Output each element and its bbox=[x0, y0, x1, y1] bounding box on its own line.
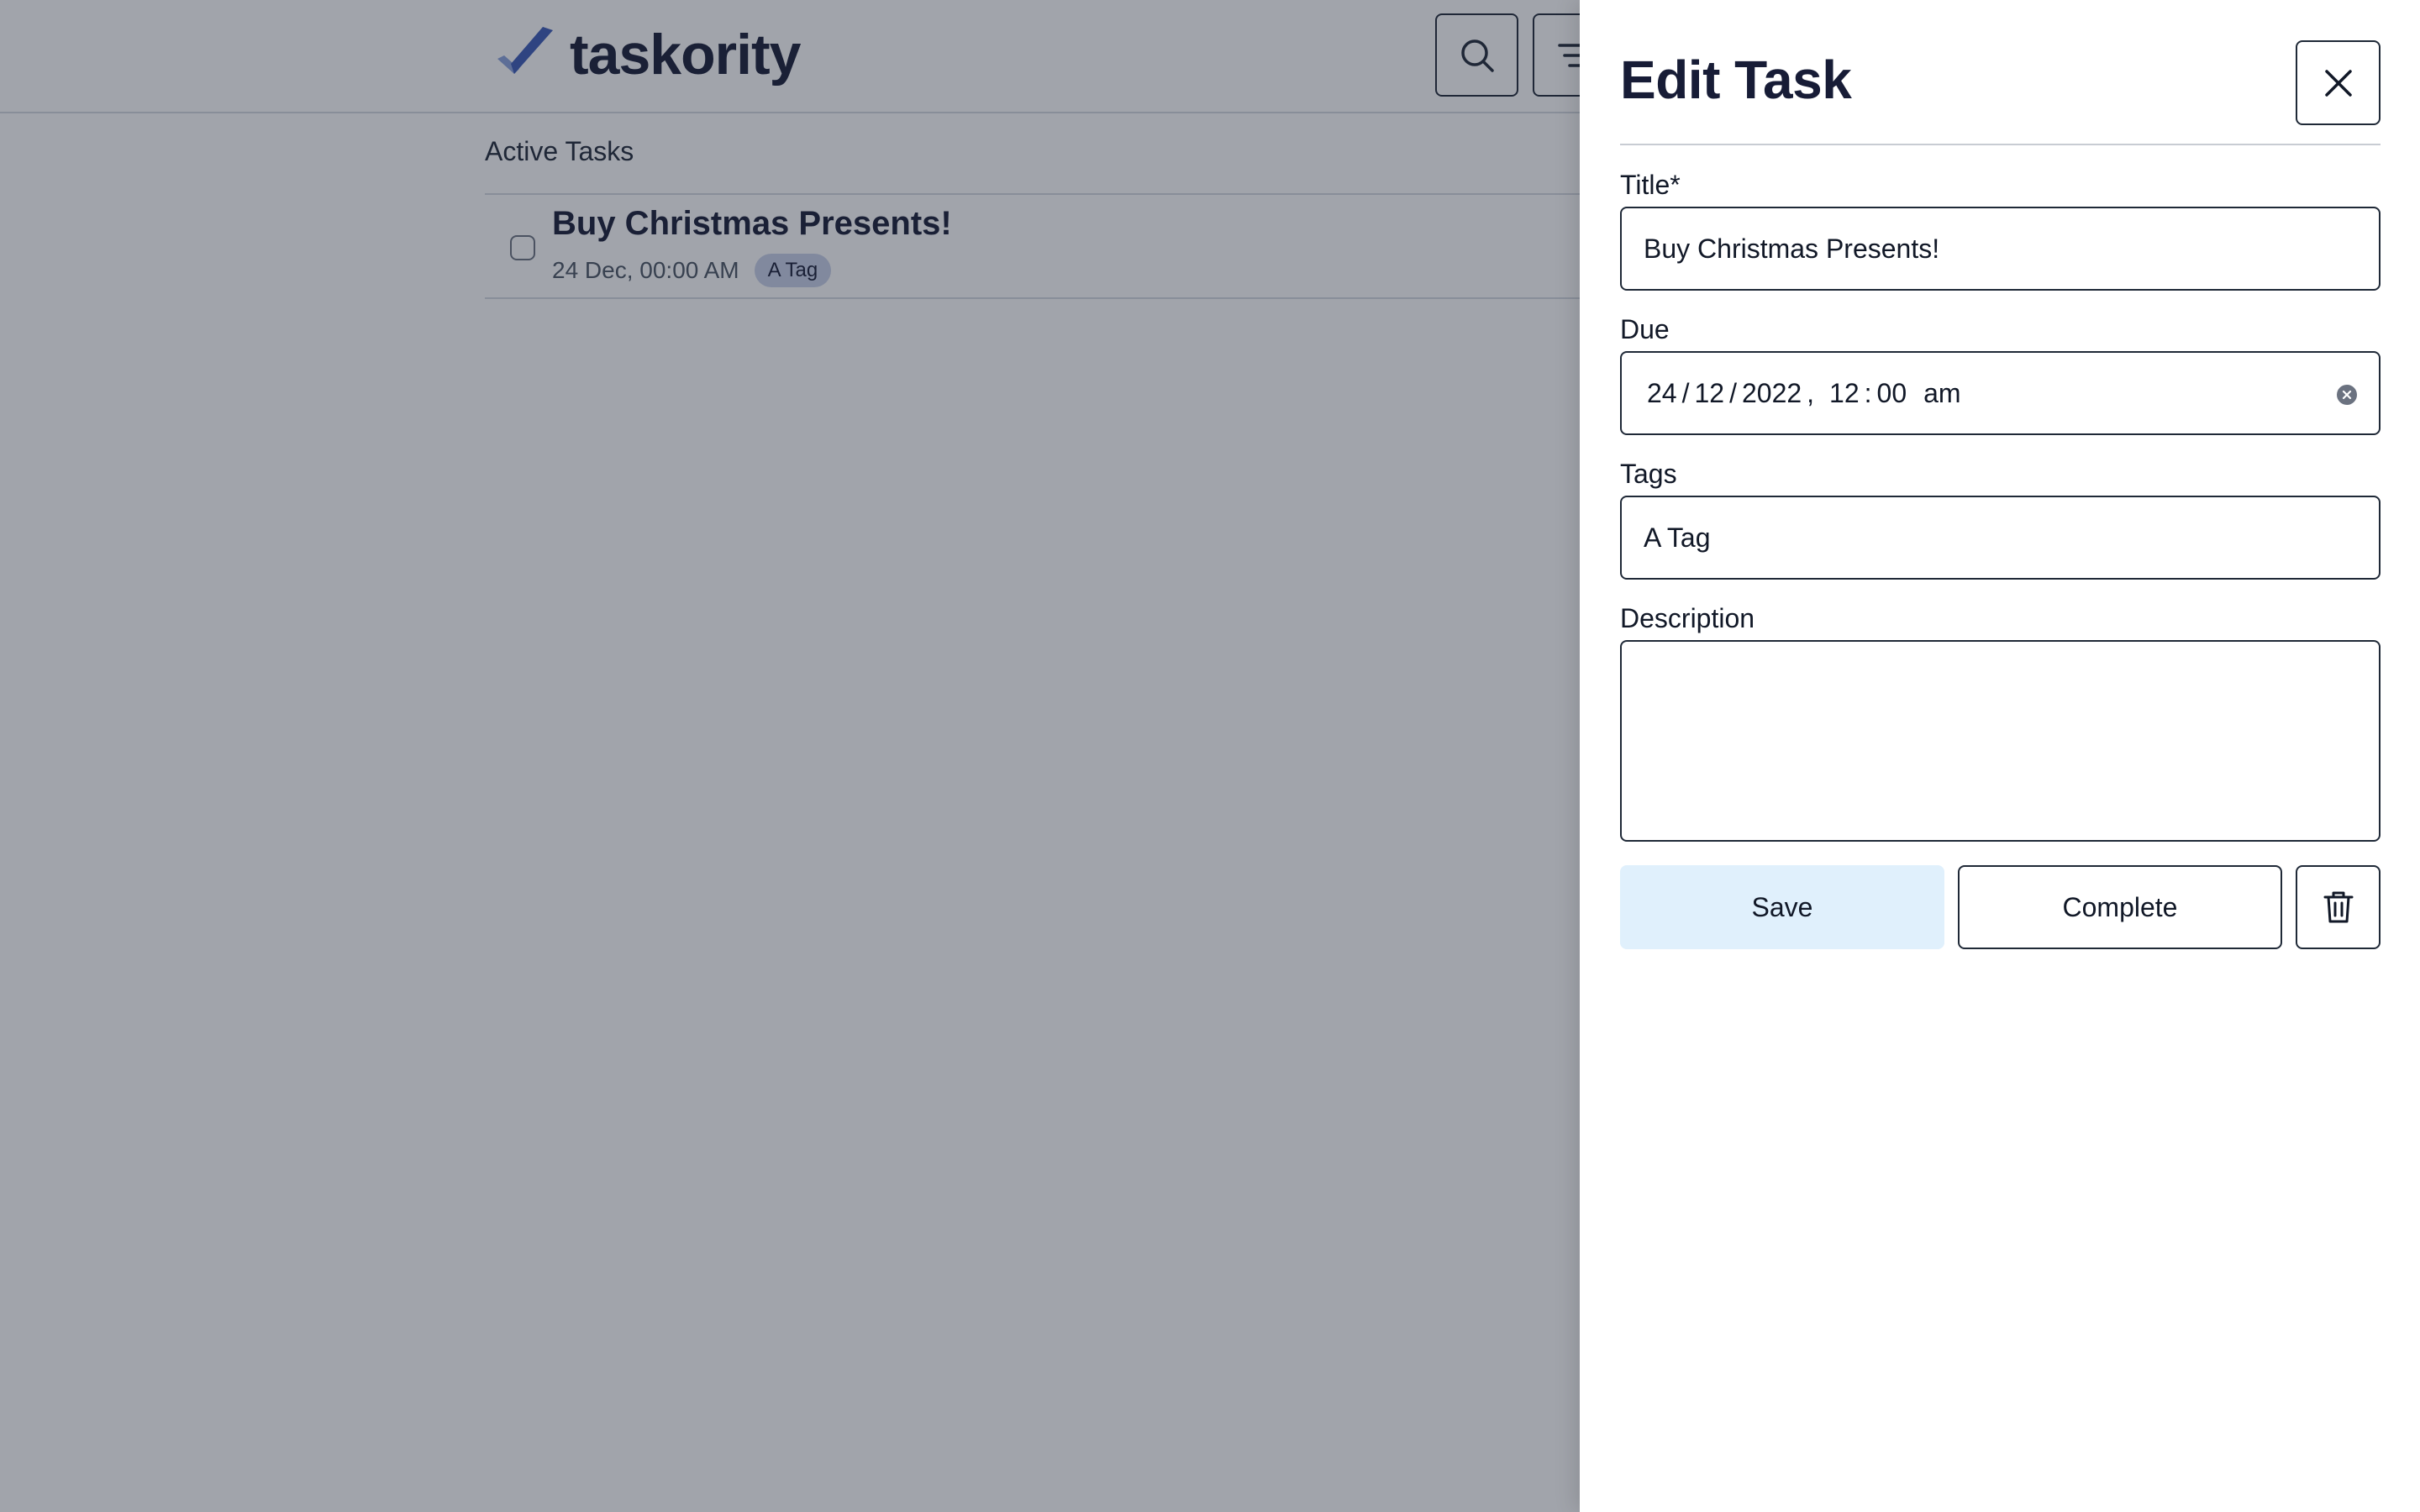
tags-input[interactable]: A Tag bbox=[1620, 496, 2381, 580]
trash-icon bbox=[2323, 891, 2353, 923]
due-label: Due bbox=[1620, 314, 1670, 344]
description-label: Description bbox=[1620, 603, 1755, 633]
tags-input-value: A Tag bbox=[1644, 522, 1711, 553]
title-input-value: Buy Christmas Presents! bbox=[1644, 233, 1940, 264]
due-datetime-input[interactable]: 24/12/2022, 12:00 am bbox=[1620, 351, 2381, 435]
title-input[interactable]: Buy Christmas Presents! bbox=[1620, 207, 2381, 291]
due-hour[interactable]: 12 bbox=[1829, 378, 1860, 408]
drawer-title: Edit Task bbox=[1620, 50, 1852, 110]
title-label: Title* bbox=[1620, 170, 1681, 200]
due-month[interactable]: 12 bbox=[1694, 378, 1724, 408]
save-button[interactable]: Save bbox=[1620, 865, 1944, 949]
complete-button[interactable]: Complete bbox=[1958, 865, 2282, 949]
header-divider bbox=[1620, 144, 2381, 145]
due-date-value: 24/12/2022, 12:00 am bbox=[1647, 377, 1961, 408]
due-day[interactable]: 24 bbox=[1647, 378, 1677, 408]
clear-x-icon bbox=[2342, 390, 2352, 400]
due-minute[interactable]: 00 bbox=[1877, 378, 1907, 408]
tags-label: Tags bbox=[1620, 459, 1677, 489]
clear-circle-icon[interactable] bbox=[2337, 385, 2357, 405]
delete-button[interactable] bbox=[2296, 865, 2381, 949]
close-button[interactable] bbox=[2296, 40, 2381, 125]
edit-task-drawer: Edit Task Title* Buy Christmas Presents!… bbox=[1580, 0, 2420, 1512]
description-textarea[interactable] bbox=[1620, 640, 2381, 842]
due-ampm[interactable]: am bbox=[1923, 378, 1960, 408]
close-icon bbox=[2324, 69, 2352, 97]
due-year[interactable]: 2022 bbox=[1742, 378, 1802, 408]
